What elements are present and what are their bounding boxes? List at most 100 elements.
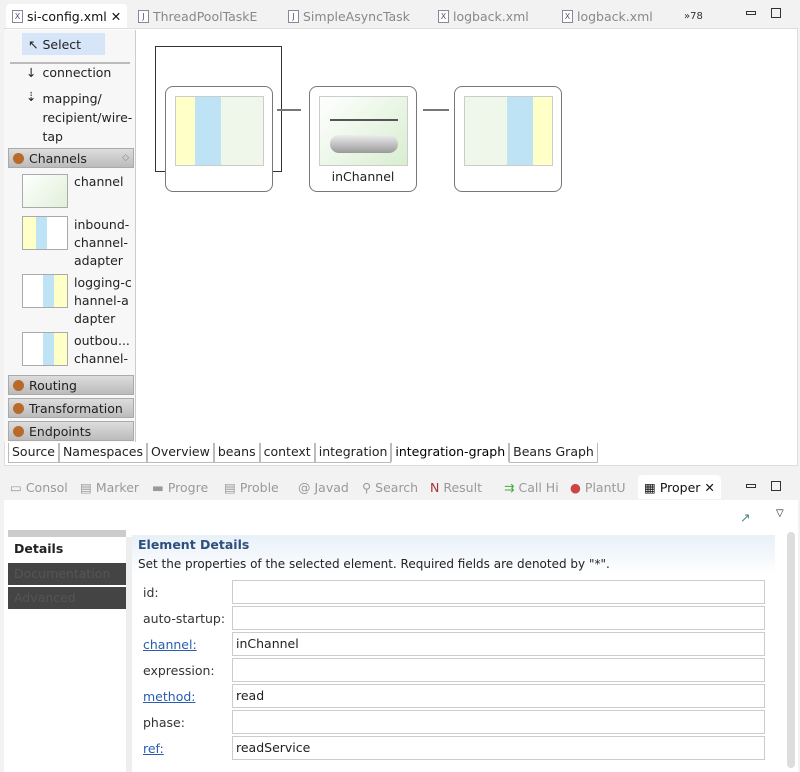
tab-threadpool[interactable]: J ThreadPoolTaskE [138, 4, 257, 28]
bean-icon [13, 379, 24, 391]
inbound-adapter-icon [22, 216, 68, 250]
close-icon[interactable]: ✕ [111, 9, 121, 24]
minimize-icon[interactable] [746, 484, 756, 488]
field-row: expression: [143, 658, 233, 682]
field-row: channel: [143, 632, 233, 656]
tab-integration[interactable]: integration [314, 443, 392, 463]
node-label: inChannel [331, 169, 395, 184]
problems-icon: ▤ [224, 480, 236, 495]
view-tab-properties[interactable]: ▦ Proper ✕ [638, 475, 721, 499]
field-label: phase: [143, 714, 185, 730]
field-input[interactable] [232, 710, 765, 734]
markers-icon: ▤ [80, 480, 92, 495]
drawer-transformation[interactable]: Transformation [8, 398, 134, 418]
view-tab-search[interactable]: ⚲ Search [362, 480, 418, 495]
xml-file-icon: X [438, 9, 449, 23]
connection-arrow[interactable] [277, 109, 301, 111]
drawer-endpoints[interactable]: Endpoints [8, 421, 134, 441]
tab-source[interactable]: Source [8, 443, 59, 463]
side-tab-advanced[interactable]: Advanced [8, 587, 126, 609]
bean-icon [13, 402, 24, 414]
class-file-icon: J [288, 9, 299, 23]
maximize-icon[interactable] [771, 481, 781, 491]
progress-icon: ▬ [152, 480, 164, 495]
view-tab-progress[interactable]: ▬ Progre [152, 480, 208, 495]
view-tab-bar: ▭ Consol ▤ Marker ▬ Progre ▤ Proble @ Javad ⚲… [4, 475, 798, 499]
view-tab-javadoc[interactable]: @ Javad [298, 480, 349, 495]
bean-icon [13, 152, 24, 164]
palette-connection[interactable]: ↓ connection [26, 65, 111, 80]
scrollbar[interactable] [787, 532, 795, 768]
palette-outbound[interactable]: outbou... channel- [22, 332, 132, 368]
node-channel[interactable]: inChannel [309, 86, 417, 192]
outbound-adapter-icon [464, 96, 553, 166]
editor-page-tabs: Source Namespaces Overview beans context… [8, 443, 598, 463]
palette-logging[interactable]: logging-channel-adapter [22, 274, 132, 328]
field-input[interactable] [232, 606, 765, 630]
channel-icon [22, 174, 68, 208]
section-title: Element Details [138, 537, 250, 552]
field-row: ref: [143, 736, 233, 760]
tab-si-config[interactable]: Xsi-config.xml ✕ [6, 4, 128, 28]
field-label[interactable]: channel: [143, 637, 233, 652]
graph-canvas[interactable]: inChannel [137, 30, 797, 442]
connection-icon: ↓ [26, 65, 37, 80]
palette-mapping[interactable]: ⇣ mapping/ recipient/wire-tap [26, 89, 134, 146]
pin-editor-icon[interactable]: ↗ [740, 510, 750, 525]
view-tab-console[interactable]: ▭ Consol [10, 480, 68, 495]
field-label: auto-startup: [143, 610, 226, 626]
plantuml-icon: ● [570, 480, 581, 495]
side-tab-documentation[interactable]: Documentation [8, 563, 126, 585]
node-inbound-adapter[interactable] [165, 86, 273, 192]
class-file-icon: J [138, 9, 149, 23]
inbound-adapter-icon [175, 96, 264, 166]
field-input[interactable]: read [232, 684, 765, 708]
testng-icon: N [430, 480, 440, 495]
view-tab-plantuml[interactable]: ● PlantU [570, 480, 626, 495]
field-row: method: [143, 684, 233, 708]
view-tab-markers[interactable]: ▤ Marker [80, 480, 139, 495]
field-input[interactable]: inChannel [232, 632, 765, 656]
field-label[interactable]: method: [143, 689, 233, 704]
palette-select[interactable]: ↖ Select [22, 33, 105, 55]
view-tab-problems[interactable]: ▤ Proble [224, 480, 279, 495]
drawer-routing[interactable]: Routing [8, 375, 134, 395]
pin-icon[interactable]: ◇ [122, 153, 129, 163]
call-hierarchy-icon: ⇉ [504, 480, 515, 495]
field-input[interactable] [232, 658, 765, 682]
drawer-channels[interactable]: Channels ◇ [8, 148, 134, 168]
maximize-icon[interactable] [771, 8, 781, 18]
minimize-icon[interactable] [746, 11, 756, 15]
tab-beans-graph[interactable]: Beans Graph [509, 443, 598, 463]
connection-arrow[interactable] [423, 109, 449, 111]
view-tab-results[interactable]: N Result [430, 480, 482, 495]
tab-logback-1[interactable]: Xlogback.xml [438, 4, 529, 28]
palette-inbound[interactable]: inbound-channel-adapter [22, 216, 132, 270]
tab-namespaces[interactable]: Namespaces [58, 443, 147, 463]
view-tab-call-hierarchy[interactable]: ⇉ Call Hi [504, 480, 559, 495]
palette-channel[interactable]: channel [22, 174, 132, 208]
tab-logback-2[interactable]: Xlogback.xml [562, 4, 653, 28]
tab-overview[interactable]: Overview [147, 443, 214, 463]
tab-context[interactable]: context [259, 443, 315, 463]
tab-integration-graph[interactable]: integration-graph [391, 443, 510, 463]
node-outbound-adapter[interactable] [454, 86, 562, 192]
field-label: id: [143, 584, 159, 600]
side-tab-details[interactable]: Details [8, 537, 126, 561]
outbound-adapter-icon [22, 332, 68, 366]
field-row: phase: [143, 710, 233, 734]
view-menu-icon[interactable]: ▽ [776, 508, 784, 519]
tab-beans[interactable]: beans [213, 443, 260, 463]
section-header: Element Details Set the properties of th… [132, 535, 775, 575]
field-label[interactable]: ref: [143, 741, 233, 756]
tab-overflow[interactable]: »78 [684, 4, 703, 28]
logging-adapter-icon [22, 274, 68, 308]
channel-icon [319, 96, 408, 166]
tab-simpleasync[interactable]: J SimpleAsyncTask [288, 4, 410, 28]
close-icon[interactable]: ✕ [704, 480, 714, 495]
field-input[interactable]: readService [232, 736, 765, 760]
field-input[interactable] [232, 580, 765, 604]
search-icon: ⚲ [362, 480, 372, 495]
javadoc-icon: @ [298, 480, 311, 495]
section-description: Set the properties of the selected eleme… [138, 557, 610, 571]
